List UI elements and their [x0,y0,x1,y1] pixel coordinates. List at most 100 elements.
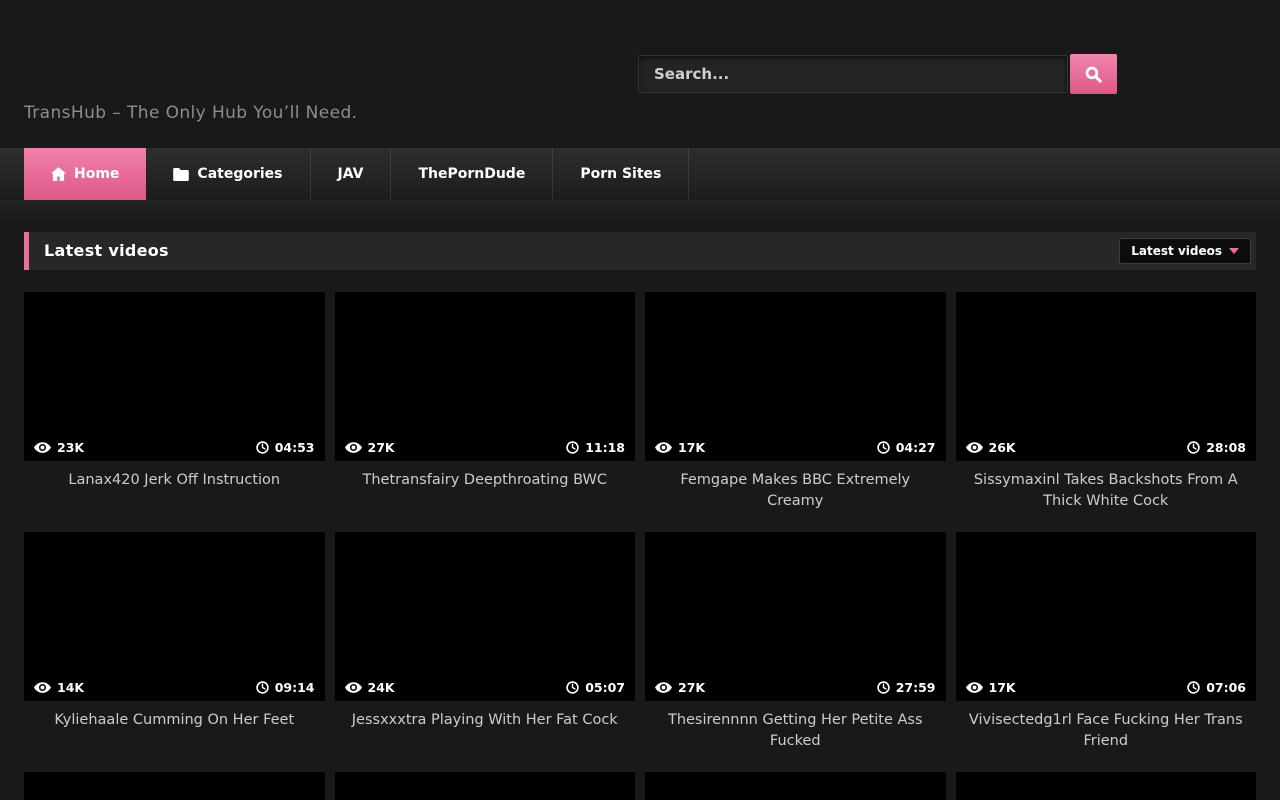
section-header: Latest videos Latest videos [24,232,1256,270]
video-thumbnail-partial[interactable] [335,772,636,800]
video-title[interactable]: Jessxxxtra Playing With Her Fat Cock [335,710,636,731]
video-grid: 23K 04:53 Lanax420 Jerk Off Instruction … [24,292,1256,800]
clock-icon [256,681,269,694]
clock-icon [877,681,890,694]
home-icon [51,167,66,181]
main-nav: Home Categories JAV ThePornDude Porn Sit… [0,148,1280,200]
video-thumbnail-partial[interactable] [645,772,946,800]
video-card[interactable]: 14K 09:14 Kyliehaale Cumming On Her Feet [24,532,325,752]
search-form [638,54,1117,94]
duration: 28:08 [1187,440,1246,455]
nav-item-theporndude[interactable]: ThePornDude [391,148,553,200]
duration-label: 07:06 [1206,680,1246,695]
nav-item-porn-sites[interactable]: Porn Sites [553,148,689,200]
video-title[interactable]: Thetransfairy Deepthroating BWC [335,470,636,491]
video-card[interactable] [335,772,636,800]
duration: 05:07 [566,680,625,695]
video-title[interactable]: Thesirennnn Getting Her Petite Ass Fucke… [645,710,946,752]
video-thumbnail[interactable]: 26K 28:08 [956,292,1257,461]
nav-item-categories[interactable]: Categories [146,148,310,200]
video-card[interactable] [645,772,946,800]
eye-icon [34,442,51,453]
video-thumbnail[interactable]: 17K 07:06 [956,532,1257,701]
nav-item-home[interactable]: Home [24,148,146,200]
view-count: 17K [966,680,1016,695]
nav-item-label: Categories [197,166,282,182]
search-input[interactable] [638,55,1068,93]
clock-icon [566,441,579,454]
video-card[interactable]: 17K 07:06 Vivisectedg1rl Face Fucking He… [956,532,1257,752]
search-icon [1084,65,1103,84]
video-stats: 27K 27:59 [645,673,946,701]
video-stats: 24K 05:07 [335,673,636,701]
duration-label: 11:18 [585,440,625,455]
view-count-label: 27K [678,680,705,695]
video-stats: 14K 09:14 [24,673,325,701]
site-tagline: TransHub – The Only Hub You’ll Need. [24,103,357,123]
video-card[interactable]: 17K 04:27 Femgape Makes BBC Extremely Cr… [645,292,946,512]
video-thumbnail-partial[interactable] [956,772,1257,800]
sort-dropdown-label: Latest videos [1131,244,1222,258]
video-stats: 27K 11:18 [335,433,636,461]
view-count: 26K [966,440,1016,455]
video-title[interactable]: Lanax420 Jerk Off Instruction [24,470,325,491]
duration-label: 04:27 [896,440,936,455]
duration: 09:14 [256,680,315,695]
eye-icon [345,442,362,453]
caret-down-icon [1229,248,1239,254]
duration: 11:18 [566,440,625,455]
duration-label: 05:07 [585,680,625,695]
video-title[interactable]: Vivisectedg1rl Face Fucking Her Trans Fr… [956,710,1257,752]
clock-icon [1187,681,1200,694]
nav-item-label: ThePornDude [418,166,525,182]
video-thumbnail[interactable]: 24K 05:07 [335,532,636,701]
search-button[interactable] [1070,54,1117,94]
video-title[interactable]: Femgape Makes BBC Extremely Creamy [645,470,946,512]
video-card[interactable]: 24K 05:07 Jessxxxtra Playing With Her Fa… [335,532,636,752]
view-count-label: 23K [57,440,84,455]
eye-icon [655,682,672,693]
view-count-label: 14K [57,680,84,695]
video-card[interactable]: 27K 11:18 Thetransfairy Deepthroating BW… [335,292,636,512]
video-card[interactable]: 23K 04:53 Lanax420 Jerk Off Instruction [24,292,325,512]
view-count-label: 24K [368,680,395,695]
duration-label: 04:53 [275,440,315,455]
video-thumbnail-partial[interactable] [24,772,325,800]
clock-icon [877,441,890,454]
nav-item-label: JAV [338,166,364,182]
view-count-label: 26K [989,440,1016,455]
video-card[interactable]: 26K 28:08 Sissymaxinl Takes Backshots Fr… [956,292,1257,512]
view-count: 27K [345,440,395,455]
duration-label: 28:08 [1206,440,1246,455]
video-thumbnail[interactable]: 23K 04:53 [24,292,325,461]
video-thumbnail[interactable]: 17K 04:27 [645,292,946,461]
duration-label: 09:14 [275,680,315,695]
section-title: Latest videos [24,232,1256,270]
clock-icon [566,681,579,694]
video-card[interactable] [956,772,1257,800]
video-thumbnail[interactable]: 27K 11:18 [335,292,636,461]
eye-icon [655,442,672,453]
sort-dropdown[interactable]: Latest videos [1119,238,1251,264]
video-title[interactable]: Kyliehaale Cumming On Her Feet [24,710,325,731]
video-stats: 17K 07:06 [956,673,1257,701]
view-count: 24K [345,680,395,695]
clock-icon [1187,441,1200,454]
video-thumbnail[interactable]: 14K 09:14 [24,532,325,701]
view-count-label: 27K [368,440,395,455]
duration: 27:59 [877,680,936,695]
video-card[interactable] [24,772,325,800]
view-count: 14K [34,680,84,695]
video-title[interactable]: Sissymaxinl Takes Backshots From A Thick… [956,470,1257,512]
view-count-label: 17K [678,440,705,455]
view-count: 23K [34,440,84,455]
video-thumbnail[interactable]: 27K 27:59 [645,532,946,701]
video-stats: 17K 04:27 [645,433,946,461]
eye-icon [966,682,983,693]
video-card[interactable]: 27K 27:59 Thesirennnn Getting Her Petite… [645,532,946,752]
duration: 04:53 [256,440,315,455]
nav-item-label: Porn Sites [580,166,661,182]
view-count: 27K [655,680,705,695]
nav-item-jav[interactable]: JAV [311,148,392,200]
video-stats: 26K 28:08 [956,433,1257,461]
